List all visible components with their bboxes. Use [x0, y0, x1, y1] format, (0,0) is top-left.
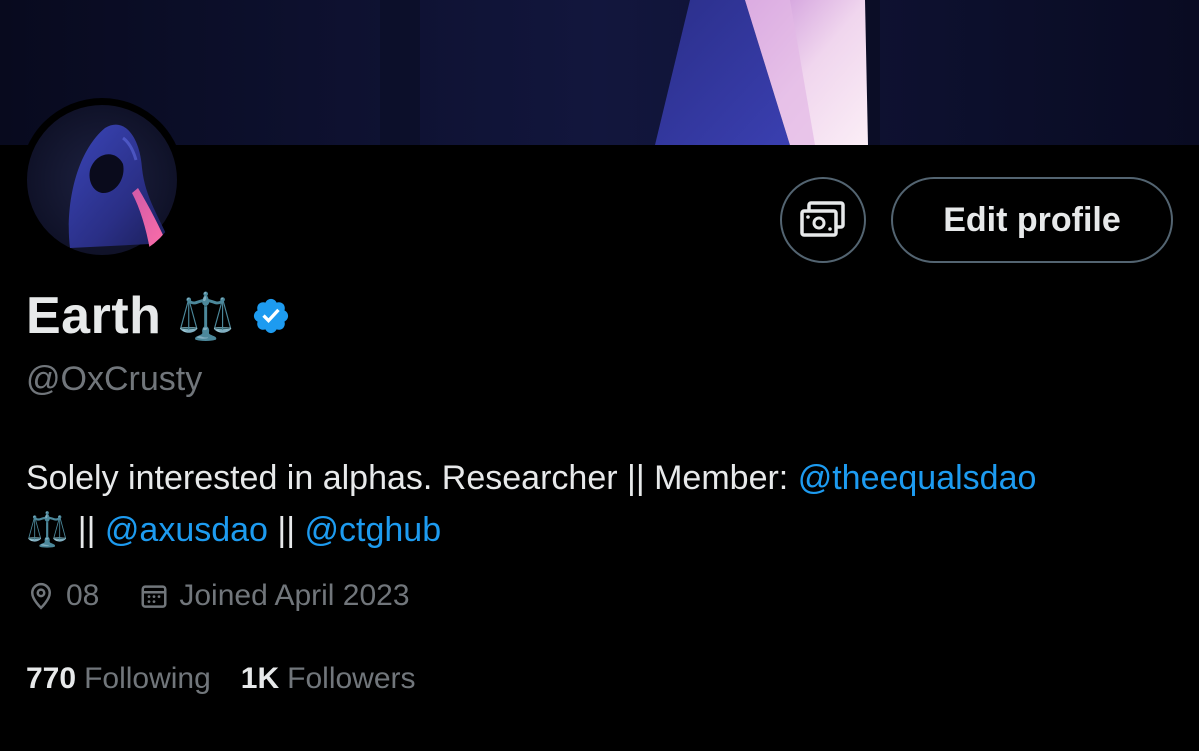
- mention-link-ctghub[interactable]: @ctghub: [305, 511, 442, 549]
- joined-item: Joined April 2023: [139, 579, 410, 613]
- profile-meta: 08 Joined April 2023: [26, 575, 450, 617]
- user-handle: @OxCrusty: [26, 360, 203, 398]
- following-count: 770: [26, 662, 77, 695]
- following-label: Following: [84, 662, 211, 695]
- followers-label: Followers: [287, 662, 416, 695]
- name-row: Earth ⚖️: [26, 285, 291, 347]
- location-text: 08: [66, 579, 100, 612]
- mention-link-theequalsdao[interactable]: @theequalsdao: [798, 459, 1037, 497]
- edit-profile-button[interactable]: Edit profile: [891, 177, 1173, 263]
- following-link[interactable]: 770 Following: [26, 662, 211, 696]
- bio-separator: ||: [68, 511, 105, 549]
- location-pin-icon: [30, 582, 52, 610]
- display-name: Earth: [26, 287, 162, 345]
- followers-count: 1K: [240, 662, 280, 695]
- tips-button[interactable]: [780, 177, 866, 263]
- avatar[interactable]: [20, 98, 184, 262]
- avatar-image: [21, 99, 183, 261]
- location-item: 08: [26, 579, 99, 613]
- verified-badge-icon[interactable]: [251, 296, 291, 336]
- money-icon: [800, 201, 845, 237]
- bio-separator: ||: [267, 511, 305, 549]
- follow-stats: 770 Following 1K Followers: [26, 658, 446, 700]
- scales-emoji: ⚖️: [177, 288, 235, 343]
- mention-link-axusdao[interactable]: @axusdao: [105, 511, 268, 549]
- bio: Solely interested in alphas. Researcher …: [26, 452, 1176, 556]
- followers-link[interactable]: 1K Followers: [241, 662, 416, 696]
- joined-date: Joined April 2023: [179, 579, 410, 612]
- bio-scales-emoji: ⚖️: [26, 510, 69, 550]
- calendar-icon: [141, 585, 167, 608]
- bio-text: Solely interested in alphas. Researcher …: [26, 459, 798, 497]
